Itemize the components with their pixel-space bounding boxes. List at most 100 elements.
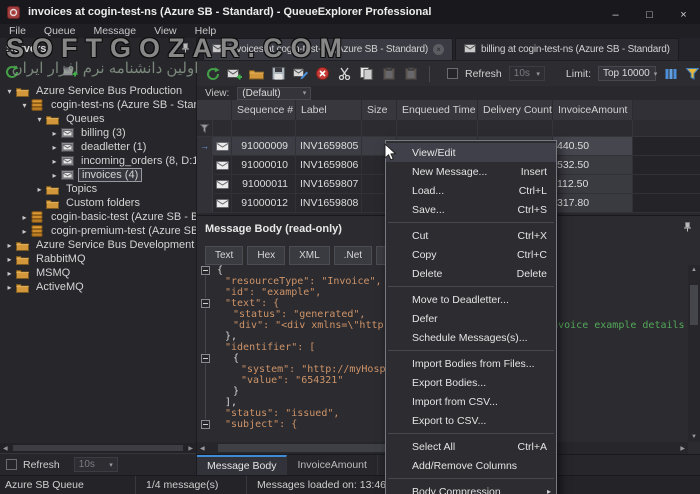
- add-server-icon[interactable]: [63, 64, 78, 80]
- tree-horizontal-scrollbar[interactable]: ◀ ▶: [0, 443, 196, 453]
- refresh-servers-icon[interactable]: [4, 64, 19, 80]
- tree-expand-arrow-icon[interactable]: ▸: [18, 227, 31, 236]
- grid-header-size[interactable]: Size: [362, 100, 397, 120]
- scroll-left-icon[interactable]: ◀: [0, 445, 11, 452]
- filter-cell[interactable]: [296, 120, 362, 136]
- tree-item-cogin-premium-test-azure-sb-premium[interactable]: ▸cogin-premium-test (Azure SB - Premium): [0, 224, 196, 238]
- tree-item-activemq[interactable]: ▸ActiveMQ: [0, 280, 196, 294]
- menu-item-import-from-csv[interactable]: Import from CSV...: [386, 392, 556, 411]
- save-icon[interactable]: [271, 66, 286, 82]
- tree-item-custom-folders[interactable]: Custom folders: [0, 196, 196, 210]
- filter-cell[interactable]: [397, 120, 478, 136]
- tree-expand-arrow-icon[interactable]: ▸: [18, 213, 31, 222]
- tree-expand-arrow-icon[interactable]: ▸: [3, 269, 16, 278]
- fold-collapse-icon[interactable]: [201, 299, 210, 308]
- grid-header-label[interactable]: Label: [296, 100, 362, 120]
- menu-item-body-compression[interactable]: Body Compression▸: [386, 482, 556, 494]
- menubar-item-view[interactable]: View: [145, 25, 186, 37]
- menu-item-cut[interactable]: CutCtrl+X: [386, 226, 556, 245]
- filter-funnel-icon[interactable]: [197, 120, 213, 136]
- tab-billing-at-cogin-test-ns-azure-sb-standard[interactable]: billing at cogin-test-ns (Azure SB - Sta…: [455, 38, 679, 60]
- body-tab-xml[interactable]: XML: [289, 246, 330, 265]
- tree-item-deadletter-1[interactable]: ▸deadletter (1): [0, 140, 196, 154]
- close-icon[interactable]: ×: [677, 9, 690, 22]
- tree-item-azure-service-bus-production[interactable]: ▾Azure Service Bus Production: [0, 84, 196, 98]
- tree-scrollbar-thumb[interactable]: [13, 445, 184, 451]
- columns-icon[interactable]: [663, 66, 678, 82]
- menu-item-save[interactable]: Save...Ctrl+S: [386, 200, 556, 219]
- view-select[interactable]: (Default) ▾: [237, 87, 311, 100]
- tree-expand-arrow-icon[interactable]: ▸: [48, 129, 61, 138]
- bottom-tab-message-body[interactable]: Message Body: [197, 455, 287, 475]
- cut-icon[interactable]: [337, 66, 352, 82]
- menubar-item-file[interactable]: File: [0, 25, 35, 37]
- tree-item-invoices-4[interactable]: ▸invoices (4): [0, 168, 196, 182]
- menubar-item-help[interactable]: Help: [186, 25, 226, 37]
- grid-header-enqueued-time[interactable]: Enqueued Time: [397, 100, 478, 120]
- fold-gutter[interactable]: [197, 298, 215, 309]
- tree-expand-arrow-icon[interactable]: ▸: [48, 143, 61, 152]
- menubar-item-message[interactable]: Message: [84, 25, 145, 37]
- tab-invoices-at-cogin-test-ns-azure-sb-standard[interactable]: invoices at cogin-test-ns (Azure SB - St…: [203, 38, 453, 60]
- scroll-left-icon[interactable]: ◀: [197, 445, 208, 452]
- tree-auto-refresh-checkbox[interactable]: [6, 459, 17, 470]
- filter-cell[interactable]: [478, 120, 553, 136]
- pin-icon[interactable]: [683, 222, 692, 235]
- menu-item-export-bodies[interactable]: Export Bodies...: [386, 373, 556, 392]
- tree-expand-arrow-icon[interactable]: ▸: [48, 171, 61, 180]
- scroll-down-icon[interactable]: ▼: [691, 432, 697, 442]
- fold-collapse-icon[interactable]: [201, 420, 210, 429]
- menu-item-schedule-messages-s[interactable]: Schedule Messages(s)...: [386, 328, 556, 347]
- filter-cell[interactable]: [213, 120, 232, 136]
- menu-item-add-remove-columns[interactable]: Add/Remove Columns: [386, 456, 556, 475]
- fold-collapse-icon[interactable]: [201, 354, 210, 363]
- delete-icon[interactable]: [315, 66, 330, 82]
- filter-icon[interactable]: [685, 66, 700, 82]
- tree-expand-arrow-icon[interactable]: ▸: [3, 241, 16, 250]
- filter-cell[interactable]: [553, 120, 633, 136]
- tree-collapse-arrow-icon[interactable]: ▾: [33, 115, 46, 124]
- fold-gutter[interactable]: [197, 419, 215, 430]
- pin-icon[interactable]: [181, 43, 190, 56]
- scroll-right-icon[interactable]: ▶: [185, 445, 196, 452]
- scroll-right-icon[interactable]: ▶: [677, 445, 688, 452]
- tree-item-billing-3[interactable]: ▸billing (3): [0, 126, 196, 140]
- refresh-icon[interactable]: [205, 66, 220, 82]
- tree-collapse-arrow-icon[interactable]: ▾: [3, 87, 16, 96]
- tree-item-rabbitmq[interactable]: ▸RabbitMQ: [0, 252, 196, 266]
- menu-item-import-bodies-from-files[interactable]: Import Bodies from Files...: [386, 354, 556, 373]
- menu-item-copy[interactable]: CopyCtrl+C: [386, 245, 556, 264]
- body-vscrollbar-thumb[interactable]: [690, 285, 698, 325]
- filter-cell[interactable]: [232, 120, 296, 136]
- menu-item-defer[interactable]: Defer: [386, 309, 556, 328]
- body-vertical-scrollbar[interactable]: ▲ ▼: [688, 265, 700, 442]
- body-tab-net[interactable]: .Net: [334, 246, 372, 265]
- filter-cell[interactable]: [362, 120, 397, 136]
- menu-item-move-to-deadletter[interactable]: Move to Deadletter...: [386, 290, 556, 309]
- menubar-item-queue[interactable]: Queue: [35, 25, 85, 37]
- bottom-tab-invoiceamount[interactable]: InvoiceAmount: [287, 455, 377, 475]
- body-tab-hex[interactable]: Hex: [247, 246, 285, 265]
- menu-item-delete[interactable]: DeleteDelete: [386, 264, 556, 283]
- tree-item-cogin-basic-test-azure-sb-basic[interactable]: ▸cogin-basic-test (Azure SB - Basic): [0, 210, 196, 224]
- tree-expand-arrow-icon[interactable]: ▸: [33, 185, 46, 194]
- tree-item-msmq[interactable]: ▸MSMQ: [0, 266, 196, 280]
- menu-item-load[interactable]: Load...Ctrl+L: [386, 181, 556, 200]
- fold-gutter[interactable]: [197, 265, 215, 276]
- close-tab-icon[interactable]: ×: [433, 44, 444, 55]
- title-bar[interactable]: invoices at cogin-test-ns (Azure SB - St…: [0, 0, 700, 24]
- tree-expand-arrow-icon[interactable]: ▸: [48, 157, 61, 166]
- menu-item-export-to-csv[interactable]: Export to CSV...: [386, 411, 556, 430]
- grid-header-delivery-count[interactable]: Delivery Count: [478, 100, 553, 120]
- tree-item-cogin-test-ns-azure-sb-standard[interactable]: ▾cogin-test-ns (Azure SB - Standard): [0, 98, 196, 112]
- edit-message-icon[interactable]: [293, 66, 308, 82]
- tree-expand-arrow-icon[interactable]: ▸: [3, 255, 16, 264]
- minimize-icon[interactable]: –: [609, 9, 622, 22]
- tree-item-azure-service-bus-development[interactable]: ▸Azure Service Bus Development: [0, 238, 196, 252]
- open-folder-icon[interactable]: [249, 66, 264, 82]
- fold-gutter[interactable]: [197, 353, 215, 364]
- fold-collapse-icon[interactable]: [201, 266, 210, 275]
- limit-select[interactable]: Top 10000 ▾: [598, 66, 656, 81]
- menu-item-view-edit[interactable]: View/Edit: [386, 143, 556, 162]
- auto-refresh-checkbox[interactable]: [447, 68, 458, 79]
